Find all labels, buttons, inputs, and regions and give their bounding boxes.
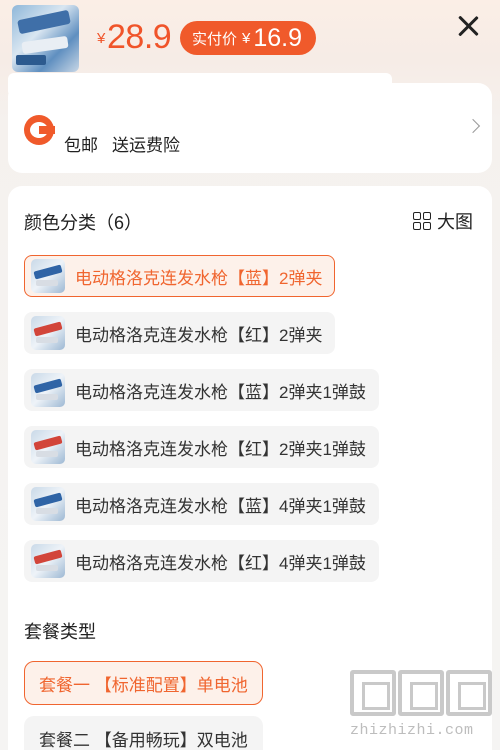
product-thumbnail[interactable] bbox=[12, 5, 79, 72]
big-view-label: 大图 bbox=[437, 212, 473, 232]
watermark-logo bbox=[350, 670, 495, 716]
original-price: 28.9 bbox=[107, 18, 172, 56]
color-option-label: 电动格洛克连发水枪【蓝】2弹夹1弹鼓 bbox=[75, 382, 366, 402]
color-option[interactable]: 电动格洛克连发水枪【红】4弹夹1弹鼓 bbox=[24, 540, 379, 582]
overlay-strip bbox=[8, 73, 392, 97]
color-option-thumbnail bbox=[31, 487, 65, 521]
color-option-thumbnail bbox=[31, 430, 65, 464]
color-option[interactable]: 电动格洛克连发水枪【蓝】2弹夹1弹鼓 bbox=[24, 369, 379, 411]
paid-price-badge: 实付价 ¥ 16.9 bbox=[180, 21, 317, 55]
color-option-thumbnail bbox=[31, 316, 65, 350]
big-view-button[interactable]: 大图 bbox=[413, 208, 473, 234]
thumb-gun-shape bbox=[17, 9, 71, 35]
color-option[interactable]: 电动格洛克连发水枪【红】2弹夹1弹鼓 bbox=[24, 426, 379, 468]
paid-price-value: 16.9 bbox=[253, 23, 303, 52]
color-option-thumbnail bbox=[31, 544, 65, 578]
thumb-gun-shape bbox=[16, 55, 46, 65]
watermark: zhizhizhi.com bbox=[350, 670, 495, 750]
shipping-logo-icon bbox=[24, 115, 55, 145]
color-option[interactable]: 电动格洛克连发水枪【红】2弹夹 bbox=[24, 312, 336, 354]
sku-selector-sheet: ¥ 28.9 实付价 ¥ 16.9 包邮 送运费险 颜色分类（6） 大图 电动格… bbox=[0, 0, 500, 750]
color-option-label: 电动格洛克连发水枪【红】2弹夹 bbox=[75, 325, 323, 345]
color-option-thumbnail bbox=[31, 373, 65, 407]
color-option[interactable]: 电动格洛克连发水枪【蓝】4弹夹1弹鼓 bbox=[24, 483, 379, 525]
color-option[interactable]: 电动格洛克连发水枪【蓝】2弹夹 bbox=[24, 255, 336, 297]
package-option[interactable]: 套餐一 【标准配置】单电池 bbox=[24, 661, 263, 705]
paid-price-label: 实付价 bbox=[192, 30, 238, 48]
paid-price-currency: ¥ bbox=[242, 29, 251, 47]
grid-icon bbox=[413, 212, 431, 230]
chevron-right-icon bbox=[465, 118, 481, 134]
price-currency: ¥ bbox=[97, 30, 106, 47]
color-option-label: 电动格洛克连发水枪【蓝】2弹夹 bbox=[75, 268, 323, 288]
color-option-label: 电动格洛克连发水枪【红】2弹夹1弹鼓 bbox=[75, 439, 366, 459]
package-option-label: 套餐二 【备用畅玩】双电池 bbox=[39, 730, 248, 750]
package-section-title: 套餐类型 bbox=[24, 622, 96, 642]
color-option-thumbnail bbox=[31, 259, 65, 293]
close-icon[interactable] bbox=[456, 14, 480, 38]
color-section-title: 颜色分类（6） bbox=[24, 213, 143, 233]
watermark-text: zhizhizhi.com bbox=[350, 722, 474, 739]
color-option-label: 电动格洛克连发水枪【蓝】4弹夹1弹鼓 bbox=[75, 496, 366, 516]
package-option-label: 套餐一 【标准配置】单电池 bbox=[39, 675, 248, 695]
thumb-gun-shape bbox=[21, 35, 69, 55]
shipping-info: 包邮 送运费险 bbox=[64, 131, 180, 156]
package-option[interactable]: 套餐二 【备用畅玩】双电池 bbox=[24, 716, 263, 750]
shipping-insurance-label: 送运费险 bbox=[112, 136, 180, 155]
free-shipping-label: 包邮 bbox=[64, 136, 98, 155]
color-option-label: 电动格洛克连发水枪【红】4弹夹1弹鼓 bbox=[75, 553, 366, 573]
